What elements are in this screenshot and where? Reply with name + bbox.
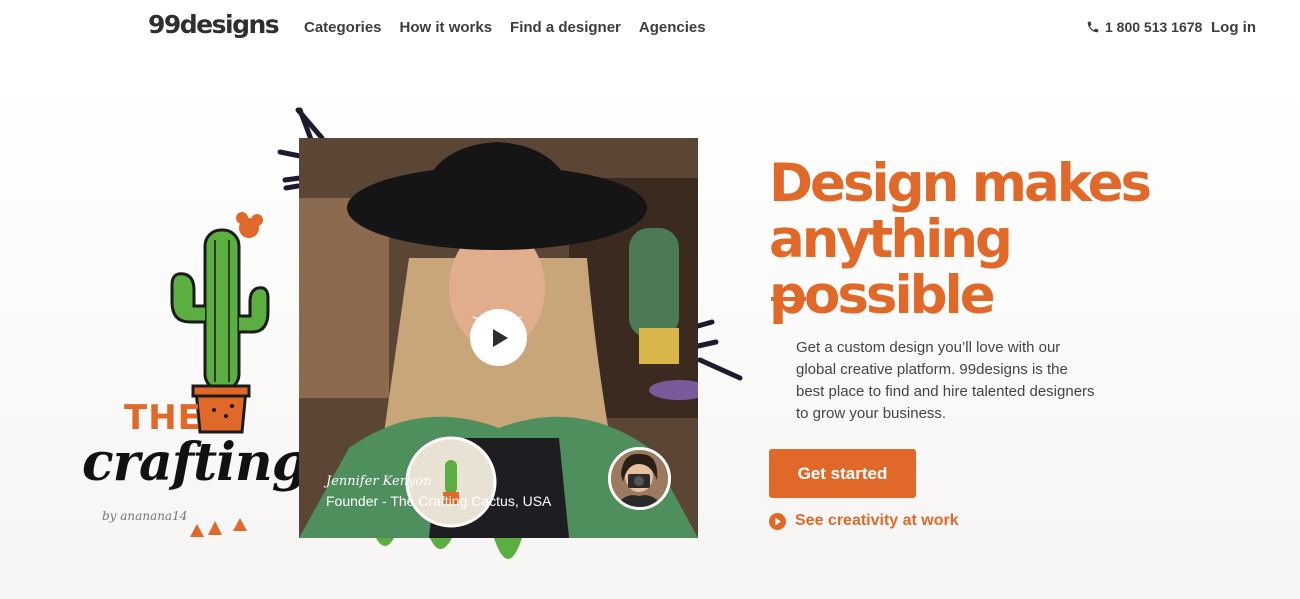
play-icon bbox=[492, 328, 508, 347]
accent-divider bbox=[771, 297, 806, 301]
main-nav: Categories How it works Find a designer … bbox=[304, 19, 706, 36]
login-link[interactable]: Log in bbox=[1211, 19, 1256, 36]
nav-how-it-works[interactable]: How it works bbox=[400, 19, 493, 36]
play-button[interactable] bbox=[470, 309, 527, 366]
site-header: 99designs Categories How it works Find a… bbox=[0, 0, 1300, 60]
avatar-photo bbox=[611, 450, 668, 507]
hero-description: Get a custom design you’ll love with our… bbox=[796, 339, 1095, 422]
showcase-byline: by ananana14 bbox=[102, 509, 188, 523]
nav-categories[interactable]: Categories bbox=[304, 19, 382, 36]
see-creativity-link[interactable]: See creativity at work bbox=[769, 512, 959, 530]
phone-icon bbox=[1087, 21, 1099, 33]
designer-avatar[interactable] bbox=[608, 447, 671, 510]
video-person-role: Founder - The Crafting Cactus, USA bbox=[326, 493, 552, 509]
nav-find-designer[interactable]: Find a designer bbox=[510, 19, 621, 36]
nav-agencies[interactable]: Agencies bbox=[639, 19, 706, 36]
video-person-name: Jennifer Kenyon bbox=[326, 474, 432, 489]
logo[interactable]: 99designs bbox=[148, 10, 280, 39]
phone-number: 1 800 513 1678 bbox=[1105, 19, 1203, 35]
see-creativity-label: See creativity at work bbox=[795, 512, 959, 529]
hero-headline: Design makes anything possible bbox=[769, 153, 1152, 326]
get-started-button[interactable]: Get started bbox=[769, 449, 916, 498]
play-circle-icon bbox=[769, 512, 786, 530]
phone-link[interactable]: 1 800 513 1678 bbox=[1086, 19, 1202, 35]
